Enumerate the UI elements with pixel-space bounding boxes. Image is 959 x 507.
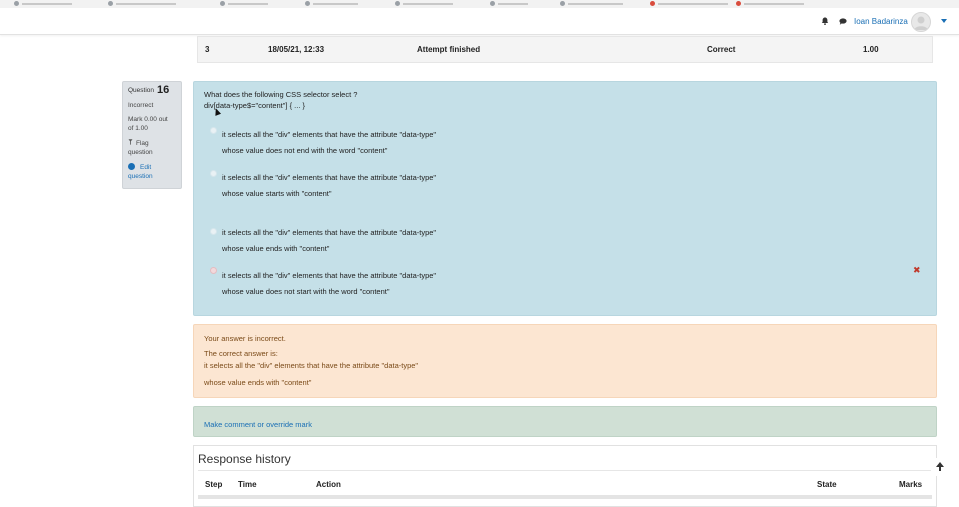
make-comment-link[interactable]: Make comment or override mark [204,420,312,429]
column-header-step: Step [205,480,223,489]
question-mark-line2: of 1.00 [128,125,148,132]
bookmark-icon [650,1,655,6]
avatar-placeholder-icon [914,16,928,30]
response-history-row-divider [198,495,932,499]
history-step-cell: 3 [205,45,210,54]
user-menu-name[interactable]: Ioan Badarinza [854,17,908,26]
feedback-correct-line1: it selects all the "div" elements that h… [204,361,419,370]
flag-question-line2[interactable]: question [128,148,153,157]
bookmark-label [498,3,528,5]
question-status: Incorrect [128,102,154,109]
question-number: 16 [157,84,170,96]
question-info-panel: Question 16 Incorrect Mark 0.00 out of 1… [122,81,182,189]
bookmark-label [658,3,728,5]
history-time-cell: 18/05/21, 12:33 [268,45,325,54]
column-header-action: Action [316,480,341,489]
bookmark-label [744,3,804,5]
previous-response-history-row: 3 18/05/21, 12:33 Attempt finished Corre… [197,36,933,63]
bookmark-icon [305,1,310,6]
answer-option-c-line2: whose value ends with "content" [222,244,330,253]
question-mark-line1: Mark 0.00 out [128,116,168,123]
bookmark-icon [490,1,495,6]
answer-option-b-line1: it selects all the "div" elements that h… [222,173,437,182]
column-header-state: State [817,480,837,489]
feedback-correct-label: The correct answer is: [204,349,278,358]
bookmark-label [403,3,453,5]
bookmark-label [228,3,268,5]
bookmark-icon [560,1,565,6]
user-menu-chevron-down-icon[interactable] [941,19,947,23]
user-avatar[interactable] [911,12,931,32]
answer-radio-a[interactable] [210,127,217,134]
feedback-result: Your answer is incorrect. [204,334,286,343]
edit-question-line1[interactable]: Edit [140,163,151,172]
answer-option-d-line2: whose value does not start with the word… [222,287,390,296]
bookmark-label [22,3,72,5]
answer-option-d-line1: it selects all the "div" elements that h… [222,271,437,280]
bookmark-label [116,3,176,5]
bookmark-icon [736,1,741,6]
top-navbar: Ioan Badarinza [0,8,959,35]
column-header-time: Time [238,480,257,489]
response-history-title: Response history [198,452,291,466]
gear-icon[interactable] [128,163,135,170]
history-marks-cell: 1.00 [863,45,879,54]
answer-feedback-panel: Your answer is incorrect. The correct an… [193,324,937,398]
flag-question-line1[interactable]: Flag [136,139,149,148]
bookmark-label [313,3,358,5]
question-content-panel: What does the following CSS selector sel… [193,81,937,316]
answer-radio-c[interactable] [210,228,217,235]
response-history-table-header: Step Time Action State Marks [198,470,932,497]
arrow-up-stem [939,466,941,471]
answer-option-a-line1: it selects all the "div" elements that h… [222,130,437,139]
incorrect-mark-icon: ✖ [913,265,921,275]
comment-panel: Make comment or override mark [193,406,937,437]
bookmark-icon [220,1,225,6]
bookmark-icon [395,1,400,6]
bookmark-label [568,3,623,5]
question-prompt: What does the following CSS selector sel… [204,90,358,99]
notifications-bell-icon[interactable] [821,17,829,25]
history-action-cell: Attempt finished [417,45,481,54]
bookmarks-bar [0,0,959,8]
messages-chat-icon[interactable] [839,18,847,25]
answer-option-b-line2: whose value starts with "content" [222,189,332,198]
flag-icon[interactable] [128,139,133,145]
back-to-top-button[interactable] [931,458,949,476]
edit-question-line2[interactable]: question [128,172,153,181]
history-state-cell: Correct [707,45,736,54]
feedback-correct-line2: whose value ends with "content" [204,378,312,387]
question-label: Question [128,87,155,94]
answer-radio-d-selected[interactable] [210,267,217,274]
bookmark-icon [108,1,113,6]
answer-option-a-line2: whose value does not end with the word "… [222,146,388,155]
answer-option-c-line1: it selects all the "div" elements that h… [222,228,437,237]
bookmark-icon [14,1,19,6]
column-header-marks: Marks [899,480,923,489]
answer-radio-b[interactable] [210,170,217,177]
